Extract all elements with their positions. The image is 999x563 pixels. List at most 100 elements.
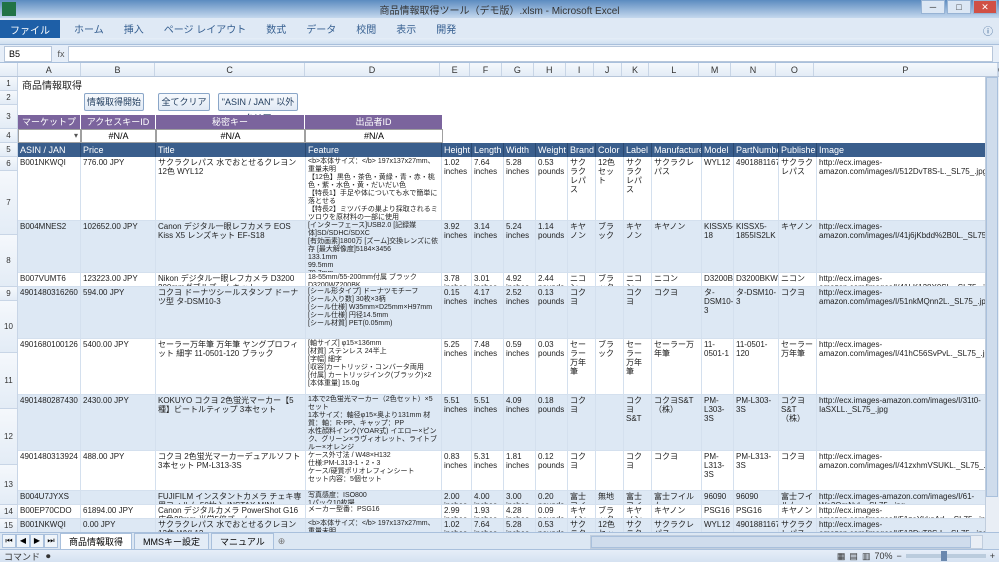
cell-model[interactable]: WYL12 [702, 519, 734, 532]
cell-l[interactable]: 3.14 inches [472, 221, 504, 273]
cell-brand[interactable]: コクヨ [568, 451, 596, 491]
cell-label[interactable]: 富士フイルム [624, 491, 652, 505]
cell-part[interactable]: KISSX5-1855IS2LK [734, 221, 779, 273]
row-header[interactable]: 13 [0, 465, 18, 505]
cell-feature[interactable]: <b>本体サイズ：</b> 197x137x27mm、重量未明 【12色】黒色・… [306, 157, 442, 221]
cell-label[interactable]: ニコン [624, 273, 652, 287]
table-header-price[interactable]: Price [81, 143, 156, 157]
select-all-corner[interactable] [0, 63, 18, 76]
cell-title[interactable]: Nikon デジタル一眼レフカメラ D3200 200mmダブルズームキット [156, 273, 306, 287]
cell-color[interactable] [596, 395, 624, 451]
cell-w[interactable]: 4.09 inches [504, 395, 536, 451]
row-header[interactable]: 10 [0, 301, 18, 353]
cell-brand[interactable]: コクヨ [568, 287, 596, 339]
cell-model[interactable]: PM-L303-3S [702, 395, 734, 451]
cell-color[interactable]: 無地 [596, 491, 624, 505]
col-header-H[interactable]: H [534, 63, 566, 76]
sheet-nav-next[interactable]: ▶ [30, 534, 44, 548]
table-header-title[interactable]: Title [156, 143, 306, 157]
clear-except-asin-button[interactable]: "ASIN / JAN" 以外クリア [218, 93, 298, 111]
zoom-slider[interactable] [906, 554, 986, 558]
cell-pub[interactable]: セーラー万年筆 [779, 339, 817, 395]
cell-label[interactable]: サクラクレパス [624, 157, 652, 221]
cell-label[interactable]: コクヨS&T [624, 395, 652, 451]
cell-mfr[interactable]: コクヨ [652, 287, 702, 339]
cell-h[interactable]: 1.02 inches [442, 157, 472, 221]
row-header[interactable]: 15 [0, 519, 18, 532]
table-row[interactable]: 49016801001265400.00 JPYセーラー万年筆 万年筆 ヤングプ… [18, 339, 999, 395]
row-header[interactable]: 12 [0, 409, 18, 465]
cell-mfr[interactable]: サクラクレパス [652, 157, 702, 221]
table-header-image[interactable]: Image [817, 143, 999, 157]
col-header-A[interactable]: A [18, 63, 81, 76]
cell-asin[interactable]: B004U7JYXS [18, 491, 81, 505]
cell-model[interactable]: D3200BKW [702, 273, 734, 287]
row-header[interactable]: 7 [0, 171, 18, 235]
cell-wt[interactable]: 0.13 pounds [536, 287, 568, 339]
cell-h[interactable]: 1.02 inches [442, 519, 472, 532]
table-header-feature[interactable]: Feature [306, 143, 442, 157]
cell-model[interactable]: タ-DSM10-3 [702, 287, 734, 339]
horizontal-scrollbar[interactable] [590, 535, 983, 549]
vertical-scrollbar[interactable] [985, 77, 999, 532]
sheet-tab-1[interactable]: 商品情報取得 [60, 533, 132, 549]
row-header[interactable]: 11 [0, 353, 18, 409]
cell-brand[interactable]: 富士フイルム [568, 491, 596, 505]
cell-pub[interactable]: コクヨS&T（株） [779, 395, 817, 451]
cell-price[interactable]: 0.00 JPY [81, 519, 156, 532]
cell-h[interactable]: 3.92 inches [442, 221, 472, 273]
cell-label[interactable]: コクヨ [624, 287, 652, 339]
cell-color[interactable]: 12色セット [596, 519, 624, 532]
cell-price[interactable]: 488.00 JPY [81, 451, 156, 491]
table-row[interactable]: B007VUMT6123223.00 JPYNikon デジタル一眼レフカメラ … [18, 273, 999, 287]
cell-brand[interactable]: ニコン [568, 273, 596, 287]
table-row[interactable]: 49014802874302430.00 JPYKOKUYO コクヨ 2色蛍光マ… [18, 395, 999, 451]
cell-feature[interactable]: [軸サイズ] φ15×136mm [材質] ステンレス 24半上 [字幅] 細字… [306, 339, 442, 395]
view-pagelayout-icon[interactable]: ▤ [849, 551, 858, 562]
sheet-nav-first[interactable]: ⏮ [2, 534, 16, 548]
cell-model[interactable]: WYL12 [702, 157, 734, 221]
cell-h[interactable]: 0.83 inches [442, 451, 472, 491]
close-button[interactable]: ✕ [973, 0, 997, 14]
cell-img[interactable]: http://ecx.images-amazon.com/images/I/51… [817, 519, 999, 532]
cell-asin[interactable]: B007VUMT6 [18, 273, 81, 287]
tab-home[interactable]: ホーム [64, 19, 114, 38]
cell-color[interactable]: ブラック [596, 505, 624, 519]
cell-feature[interactable]: [インターフェース]USB2.0 [記録媒体]SD/SDHC/SDXC [有効画… [306, 221, 442, 273]
cell-img[interactable]: http://ecx.images-amazon.com/images/I/41… [817, 451, 999, 491]
cell-w[interactable]: 5.28 inches [504, 157, 536, 221]
cell-asin[interactable]: 4901480313924 [18, 451, 81, 491]
cell-label[interactable]: セーラー万年筆 [624, 339, 652, 395]
cell-title[interactable]: Canon デジタル一眼レフカメラ EOS Kiss X5 レンズキット EF-… [156, 221, 306, 273]
tab-review[interactable]: 校閲 [346, 19, 386, 38]
tab-pagelayout[interactable]: ページ レイアウト [154, 19, 257, 38]
cell-img[interactable]: http://ecx.images-amazon.com/images/I/51… [817, 157, 999, 221]
sheet-nav-prev[interactable]: ◀ [16, 534, 30, 548]
fx-icon[interactable]: fx [54, 49, 68, 59]
cell-label[interactable]: コクヨ [624, 451, 652, 491]
table-header-publisher[interactable]: Publisher [779, 143, 817, 157]
cell-model[interactable]: PSG16 [702, 505, 734, 519]
cell-model[interactable]: KISSX5-18 [702, 221, 734, 273]
table-header-brand[interactable]: Brand [568, 143, 596, 157]
cell-feature[interactable]: 1本で2色蛍光マーカー（2色セット）×5セット 1本サイズ：軸径φ15×奥より1… [306, 395, 442, 451]
cell-w[interactable]: 5.28 inches [504, 519, 536, 532]
cell-pub[interactable]: ニコン [779, 273, 817, 287]
cell-brand[interactable]: コクヨ [568, 395, 596, 451]
cell-label[interactable]: サクラクレパス [624, 519, 652, 532]
cell-img[interactable]: http://ecx.images-amazon.com/images/I/51… [817, 505, 999, 519]
cell-brand[interactable]: キヤノン [568, 221, 596, 273]
cell-feature[interactable]: メーカー型番：PSG16 [306, 505, 442, 519]
cell-w[interactable]: 0.59 inches [504, 339, 536, 395]
col-header-E[interactable]: E [440, 63, 470, 76]
cell-pub[interactable]: コクヨ [779, 451, 817, 491]
row-header[interactable]: 5 [0, 143, 18, 157]
name-box[interactable]: B5 [4, 46, 52, 62]
help-icon[interactable]: ⓘ [983, 23, 993, 38]
table-header-partnumber[interactable]: PartNumber [734, 143, 779, 157]
cell-l[interactable]: 5.51 inches [472, 395, 504, 451]
cell-feature[interactable]: 18-55mm/55-200mm付属 ブラック D3200WZ200BK [306, 273, 442, 287]
cell-asin[interactable]: B001NKWQI [18, 519, 81, 532]
table-header-color[interactable]: Color [596, 143, 624, 157]
cell-mfr[interactable]: コクヨ [652, 451, 702, 491]
